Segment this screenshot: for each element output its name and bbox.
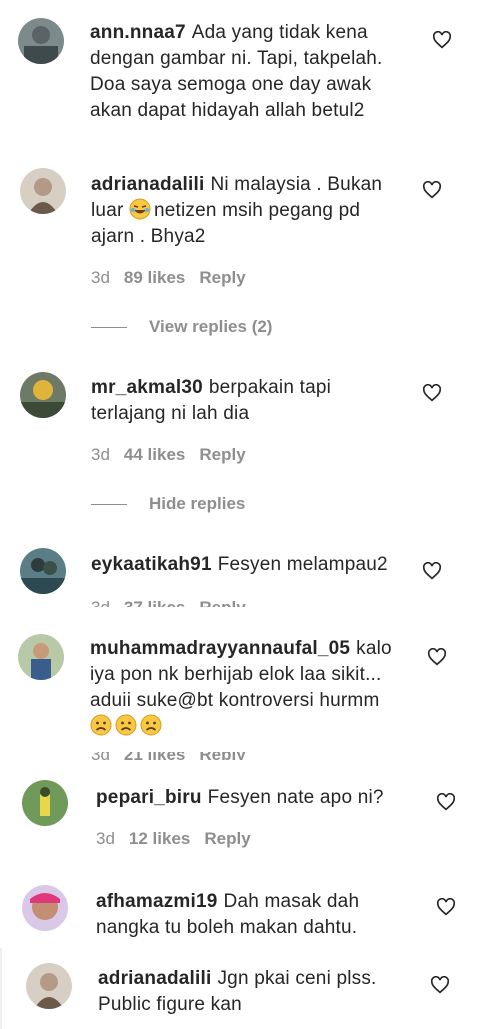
sad-emoji-icon bbox=[115, 714, 137, 736]
avatar[interactable] bbox=[20, 372, 66, 418]
avatar[interactable] bbox=[26, 963, 72, 1009]
comment-likes[interactable]: 21 likes bbox=[124, 752, 185, 760]
comment-username[interactable]: adrianadalili bbox=[98, 968, 211, 989]
clipped-meta-wrapper: 3d 21 likes Reply bbox=[91, 752, 291, 760]
comment-username[interactable]: adrianadalili bbox=[91, 174, 204, 195]
avatar[interactable] bbox=[18, 18, 64, 64]
like-heart-icon[interactable] bbox=[430, 976, 450, 994]
hide-replies-button[interactable]: Hide replies bbox=[91, 494, 245, 514]
comment-body: pepari_biru Fesyen nate apo ni? bbox=[96, 785, 416, 811]
avatar[interactable] bbox=[20, 168, 66, 214]
comment-body: afhamazmi19 Dah masak dah nangka tu boleh… bbox=[96, 889, 416, 941]
comment-time: 3d bbox=[91, 752, 110, 760]
reply-button[interactable]: Reply bbox=[204, 829, 250, 848]
comment-username[interactable]: ann.nnaa7 bbox=[90, 22, 186, 43]
clipped-meta-wrapper: 3d 37 likes Reply bbox=[91, 598, 291, 607]
reply-button[interactable]: Reply bbox=[199, 445, 245, 464]
avatar[interactable] bbox=[20, 548, 66, 594]
comment-body: ann.nnaa7 Ada yang tidak kena dengan gamb… bbox=[90, 20, 410, 124]
reply-button[interactable]: Reply bbox=[199, 752, 245, 760]
comment-likes[interactable]: 44 likes bbox=[124, 445, 185, 464]
like-heart-icon[interactable] bbox=[422, 181, 442, 199]
replies-divider bbox=[91, 504, 127, 506]
laughing-emoji-icon bbox=[129, 198, 151, 220]
left-edge-divider bbox=[0, 948, 2, 1029]
comment-body: muhammadrayyannaufal_05 kalo iya pon nk b… bbox=[90, 636, 410, 740]
comment-username[interactable]: muhammadrayyannaufal_05 bbox=[90, 638, 350, 659]
comment-time: 3d bbox=[91, 268, 110, 287]
comment-username[interactable]: pepari_biru bbox=[96, 787, 202, 808]
comment-username[interactable]: mr_akmal30 bbox=[91, 377, 203, 398]
sad-emoji-icon bbox=[140, 714, 162, 736]
comment-likes[interactable]: 89 likes bbox=[124, 268, 185, 287]
like-heart-icon[interactable] bbox=[432, 31, 452, 49]
comment-meta: 3d 21 likes Reply bbox=[91, 752, 260, 760]
avatar[interactable] bbox=[18, 634, 64, 680]
comment-text: Fesyen nate apo ni? bbox=[207, 787, 384, 808]
avatar[interactable] bbox=[22, 885, 68, 931]
reply-button[interactable]: Reply bbox=[199, 268, 245, 287]
like-heart-icon[interactable] bbox=[422, 562, 442, 580]
comment-meta: 3d 44 likes Reply bbox=[91, 445, 260, 465]
view-replies-button[interactable]: View replies (2) bbox=[91, 317, 272, 337]
sad-emoji-icon bbox=[90, 714, 112, 736]
comment-meta: 3d 89 likes Reply bbox=[91, 268, 260, 288]
comment-likes[interactable]: 12 likes bbox=[129, 829, 190, 848]
comment-body: eykaatikah91 Fesyen melampau2 bbox=[91, 552, 411, 578]
like-heart-icon[interactable] bbox=[436, 898, 456, 916]
comment-text: Fesyen melampau2 bbox=[217, 554, 388, 575]
like-heart-icon[interactable] bbox=[436, 793, 456, 811]
comment-time: 3d bbox=[91, 598, 110, 607]
comment-username[interactable]: eykaatikah91 bbox=[91, 554, 212, 575]
like-heart-icon[interactable] bbox=[427, 648, 447, 666]
comment-meta: 3d 12 likes Reply bbox=[96, 829, 265, 849]
comment-body: adrianadalili Jgn pkai ceni plss. Public … bbox=[98, 966, 408, 1018]
reply-button[interactable]: Reply bbox=[199, 598, 245, 607]
replies-divider bbox=[91, 327, 127, 329]
comment-time: 3d bbox=[96, 829, 115, 848]
comment-meta: 3d 37 likes Reply bbox=[91, 598, 260, 607]
view-replies-label: View replies (2) bbox=[149, 317, 273, 336]
comment-username[interactable]: afhamazmi19 bbox=[96, 891, 218, 912]
like-heart-icon[interactable] bbox=[422, 384, 442, 402]
comment-time: 3d bbox=[91, 445, 110, 464]
comment-body: mr_akmal30 berpakain tapi terlajang ni la… bbox=[91, 375, 391, 427]
avatar[interactable] bbox=[22, 780, 68, 826]
hide-replies-label: Hide replies bbox=[149, 494, 246, 513]
comment-likes[interactable]: 37 likes bbox=[124, 598, 185, 607]
comment-body: adrianadalili Ni malaysia . Bukan luar ne… bbox=[91, 172, 401, 250]
